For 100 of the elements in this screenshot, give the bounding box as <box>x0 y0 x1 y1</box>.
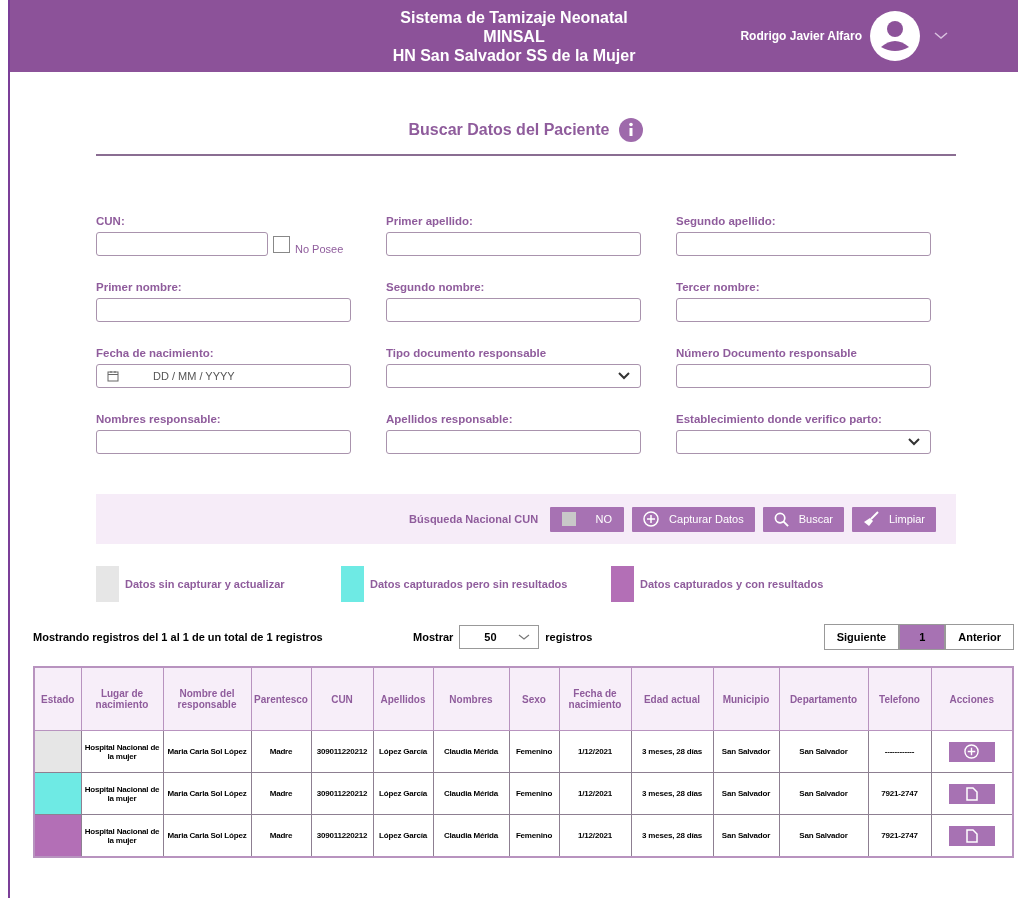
table-cell: 7921-2747 <box>868 772 931 815</box>
input-field[interactable] <box>676 232 931 256</box>
table-cell: Hospital Nacional de la mujer <box>81 730 163 773</box>
input-field[interactable] <box>96 430 351 454</box>
dropdown-field[interactable] <box>676 430 931 454</box>
page-title: Buscar Datos del Paciente <box>408 121 610 139</box>
field-label: Fecha de nacimiento: <box>96 347 215 359</box>
search-button[interactable]: Buscar <box>762 506 844 532</box>
column-header[interactable]: Edad actual <box>631 667 713 731</box>
column-header[interactable]: Departamento <box>779 667 868 731</box>
pagination-button[interactable]: Anterior <box>945 624 1014 650</box>
table-cell: ------------ <box>868 730 931 773</box>
table-cell: 3 meses, 28 días <box>631 772 713 815</box>
input-field[interactable] <box>96 298 351 322</box>
page-size-dropdown[interactable]: 50 <box>459 625 540 649</box>
column-header[interactable]: Nombres <box>433 667 509 731</box>
table-cell: San Salvador <box>713 730 779 773</box>
table-cell: Claudia Mérida <box>433 730 509 773</box>
field-label: Primer apellido: <box>386 215 474 227</box>
input-field[interactable] <box>96 232 268 256</box>
column-header[interactable]: Apellidos <box>373 667 433 731</box>
table-cell: Femenino <box>509 772 559 815</box>
field-label: Apellidos responsable: <box>386 413 514 425</box>
records-summary: Mostrando registros del 1 al 1 de un total de 1 registros <box>33 631 324 643</box>
pagination-button[interactable]: Siguiente <box>823 624 900 650</box>
column-header[interactable]: Parentesco <box>251 667 311 731</box>
chevron-down-icon <box>618 372 630 380</box>
legend-label: Datos capturados y con resultados <box>640 578 824 590</box>
column-header[interactable]: Fecha de nacimiento <box>559 667 631 731</box>
search-icon <box>773 511 789 527</box>
plus-circle-icon <box>643 511 660 527</box>
chevron-down-icon <box>908 438 920 446</box>
pagination-button[interactable]: 1 <box>899 624 946 650</box>
legend-label: Datos sin capturar y actualizar <box>125 578 285 590</box>
clear-button[interactable]: Limpiar <box>851 506 936 532</box>
date-field[interactable]: DD / MM / YYYY <box>96 364 351 388</box>
field-label: Segundo nombre: <box>386 281 486 293</box>
field-label: Segundo apellido: <box>676 215 777 227</box>
column-header[interactable]: Nombre del responsable <box>163 667 251 731</box>
table-cell: 309011220212 <box>311 772 373 815</box>
table-cell: San Salvador <box>779 730 868 773</box>
capture-button[interactable]: Capturar Datos <box>632 506 755 532</box>
national-search-label: Búsqueda Nacional CUN <box>409 513 539 525</box>
table-cell: López García <box>373 730 433 773</box>
document-icon <box>965 786 978 801</box>
checkbox[interactable] <box>273 235 290 253</box>
table-cell: San Salvador <box>779 772 868 815</box>
document-icon <box>965 828 978 843</box>
document-button[interactable] <box>948 825 995 846</box>
plus-circle-icon <box>964 744 980 759</box>
show-label: Mostrar <box>413 631 454 643</box>
avatar-icon[interactable] <box>870 11 920 61</box>
dropdown-field[interactable] <box>386 364 641 388</box>
column-header[interactable]: Sexo <box>509 667 559 731</box>
calendar-icon <box>107 370 119 382</box>
field-label: Tercer nombre: <box>676 281 761 293</box>
app-title: Sistema de Tamizaje Neonatal <box>400 7 628 27</box>
table-cell: Maria Carla Sol López <box>163 730 251 773</box>
table-cell: San Salvador <box>713 772 779 815</box>
table-cell: 309011220212 <box>311 730 373 773</box>
column-header[interactable]: Municipio <box>713 667 779 731</box>
legend-label: Datos capturados pero sin resultados <box>370 578 568 590</box>
field-label: Establecimiento donde verifico parto: <box>676 413 883 425</box>
chevron-down-icon <box>518 634 531 640</box>
input-field[interactable] <box>676 364 931 388</box>
field-label: Número Documento responsable <box>676 347 858 359</box>
table-cell: 3 meses, 28 días <box>631 730 713 773</box>
table-cell: Madre <box>251 730 311 773</box>
document-button[interactable] <box>948 783 995 804</box>
table-cell: López García <box>373 772 433 815</box>
table-cell: 1/12/2021 <box>559 730 631 773</box>
table-cell: Claudia Mérida <box>433 772 509 815</box>
table-cell: Maria Carla Sol López <box>163 772 251 815</box>
column-header[interactable]: CUN <box>311 667 373 731</box>
app-title: MINSAL <box>483 26 545 46</box>
chevron-down-icon[interactable] <box>934 32 948 40</box>
column-header[interactable]: Acciones <box>931 667 1013 731</box>
column-header[interactable]: Telefono <box>868 667 931 731</box>
field-label: Nombres responsable: <box>96 413 222 425</box>
toggle-button[interactable]: NO <box>550 506 625 532</box>
column-header[interactable]: Estado <box>34 667 81 731</box>
table-cell: Femenino <box>509 730 559 773</box>
table-cell: Hospital Nacional de la mujer <box>81 772 163 815</box>
input-field[interactable] <box>676 298 931 322</box>
field-label: CUN: <box>96 215 126 227</box>
input-field[interactable] <box>386 430 641 454</box>
user-name: Rodrigo Javier Alfaro <box>740 29 862 43</box>
table-cell: 1/12/2021 <box>559 772 631 815</box>
column-header[interactable]: Lugar de nacimiento <box>81 667 163 731</box>
broom-icon <box>862 511 879 527</box>
info-icon[interactable] <box>619 118 644 142</box>
checkbox-label: No Posee <box>295 243 344 255</box>
add-button[interactable] <box>948 741 995 762</box>
table-cell: Madre <box>251 772 311 815</box>
field-label: Primer nombre: <box>96 281 183 293</box>
app-title: HN San Salvador SS de la Mujer <box>392 45 636 65</box>
field-label: Tipo documento responsable <box>386 347 548 359</box>
input-field[interactable] <box>386 298 641 322</box>
records-label: registros <box>545 631 593 643</box>
input-field[interactable] <box>386 232 641 256</box>
